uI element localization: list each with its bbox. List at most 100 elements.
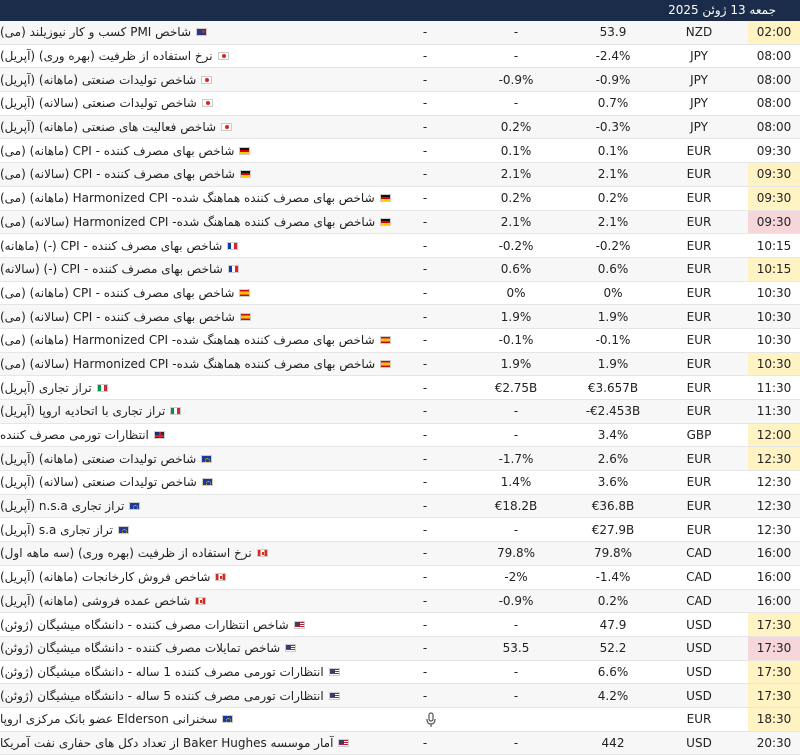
event-title: انتظارات تورمی مصرف کننده 5 ساله - دانشگ… [0, 684, 386, 707]
event-previous: - [422, 404, 428, 419]
event-time: 09:30 [748, 163, 800, 186]
event-title: تراز تجاری با اتحادیه اروپا (آپریل) [0, 400, 386, 423]
event-time: 10:30 [748, 352, 800, 376]
event-time: 11:30 [756, 404, 792, 419]
event-row[interactable]: 10:30 EUR 1.9% 1.9% - شاخص بهای مصرف کننده - … [0, 305, 800, 329]
event-row[interactable]: 12:00 GBP 3.4% - - انتظارات تورمی مصرف کننده [0, 423, 800, 448]
event-time: 08:00 [756, 120, 792, 135]
event-currency: EUR [686, 404, 712, 419]
event-forecast: 1.4% [500, 475, 532, 490]
event-title: تراز تجاری n.s.a (آپریل) [0, 495, 386, 518]
it-flag-icon [96, 383, 108, 392]
event-actual: 2.1% [597, 214, 629, 229]
event-title-text: شاخص انتظارات مصرف کننده - دانشگاه میشیگ… [0, 617, 289, 632]
event-title-text: تراز تجاری s.a (آپریل) [0, 522, 113, 537]
event-time: 12:30 [756, 475, 792, 490]
event-actual: 0.2% [597, 593, 629, 608]
event-title-text: شاخص بهای مصرف کننده - CPI (ماهانه) (می) [0, 143, 235, 158]
event-row[interactable]: 20:30 USD 442 - - آمار موسسه Baker Hughes از … [0, 731, 800, 755]
event-row[interactable]: 12:30 EUR €36.8B €18.2B - تراز تجاری n.s.a (آ… [0, 494, 800, 519]
event-title-text: شاخص تولیدات صنعتی (ماهانه) (آپریل) [0, 451, 197, 466]
event-title-text: سخنرانی Elderson عضو بانک مرکزی اروپا [0, 712, 218, 727]
event-row[interactable]: 08:00 JPY -0.9% -0.9% - شاخص تولیدات صنعتی (م… [0, 68, 800, 93]
event-row[interactable]: 11:30 EUR €3.657B €2.75B - تراز تجاری (آپریل) [0, 376, 800, 400]
event-title: شاخص تولیدات صنعتی (ماهانه) (آپریل) [0, 447, 386, 470]
event-actual: -0.2% [595, 238, 631, 253]
event-row[interactable]: 10:15 EUR 0.6% 0.6% - شاخص بهای مصرف کننده - … [0, 257, 800, 282]
event-time: 08:00 [756, 72, 792, 87]
event-time: 10:15 [756, 238, 792, 253]
event-forecast: 2.1% [500, 214, 532, 229]
event-row[interactable]: 10:30 EUR -0.1% -0.1% - شاخص بهای مصرف کننده … [0, 328, 800, 353]
event-row[interactable]: 09:30 EUR 0.2% 0.2% - شاخص بهای مصرف کننده هم… [0, 186, 800, 211]
event-forecast: -1.7% [498, 451, 534, 466]
event-row[interactable]: 16:00 CAD 0.2% -0.9% - شاخص عمده فروشی (ماهان… [0, 589, 800, 614]
fr-flag-icon [227, 241, 239, 250]
event-actual: 47.9 [599, 617, 627, 632]
event-currency: EUR [686, 333, 712, 348]
event-title-text: نرخ استفاده از ظرفیت (بهره وری) (آپریل) [0, 49, 213, 64]
event-row[interactable]: 12:30 EUR 3.6% 1.4% - شاخص تولیدات صنعتی (سال… [0, 471, 800, 495]
event-time: 08:00 [756, 96, 792, 111]
event-actual: 79.8% [593, 546, 633, 561]
jp-flag-icon [217, 52, 229, 61]
event-row[interactable]: 11:30 EUR -€2.453B - - تراز تجاری با اتحادیه … [0, 400, 800, 424]
event-row[interactable]: 02:00 NZD 53.9 - - شاخص PMI کسب و کار نیوزیلن… [0, 21, 800, 45]
event-forecast [466, 708, 566, 731]
event-row[interactable]: 09:30 EUR 0.1% 0.1% - شاخص بهای مصرف کننده - … [0, 139, 800, 164]
event-row[interactable]: 17:30 USD 52.2 53.5 - شاخص تمایلات مصرف کننده… [0, 636, 800, 661]
event-currency: EUR [686, 214, 712, 229]
event-row[interactable]: 10:30 EUR 1.9% 1.9% - شاخص بهای مصرف کننده هم… [0, 352, 800, 377]
event-time: 17:30 [748, 636, 800, 660]
event-currency: EUR [686, 356, 712, 371]
event-forecast: - [513, 428, 519, 443]
event-time: 09:30 [748, 186, 800, 210]
event-title-text: انتظارات تورمی مصرف کننده 5 ساله - دانشگ… [0, 688, 324, 703]
event-title: شاخص فروش کارخانجات (ماهانه) (آپریل) [0, 566, 386, 589]
event-forecast: - [513, 664, 519, 679]
event-currency: EUR [686, 475, 712, 490]
de-flag-icon [379, 194, 391, 203]
event-row[interactable]: 10:30 EUR 0% 0% - شاخص بهای مصرف کننده - CPI … [0, 281, 800, 306]
event-row[interactable]: 09:30 EUR 2.1% 2.1% - شاخص بهای مصرف کننده - … [0, 163, 800, 187]
event-row[interactable]: 18:30 EUR سخنرانی Elderson عضو بانک مرکزی … [0, 707, 800, 732]
event-row[interactable]: 17:30 USD 6.6% - - انتظارات تورمی مصرف کننده … [0, 660, 800, 685]
event-row[interactable]: 10:15 EUR -0.2% -0.2% - شاخص بهای مصرف کننده … [0, 234, 800, 258]
event-actual [560, 708, 666, 731]
event-forecast: 0.6% [500, 262, 532, 277]
event-row[interactable]: 12:30 EUR 2.6% -1.7% - شاخص تولیدات صنعتی (ما… [0, 447, 800, 472]
event-time: 10:30 [756, 285, 792, 300]
event-time: 17:30 [748, 684, 800, 707]
event-actual: -€2.453B [585, 404, 641, 419]
event-row[interactable]: 17:30 USD 4.2% - - انتظارات تورمی مصرف کننده … [0, 684, 800, 708]
event-row[interactable]: 08:00 JPY -0.3% 0.2% - شاخص فعالیت های صنعتی … [0, 115, 800, 140]
event-previous: - [422, 143, 428, 158]
event-row[interactable]: 17:30 USD 47.9 - - شاخص انتظارات مصرف کننده -… [0, 613, 800, 637]
event-row[interactable]: 16:00 CAD 79.8% 79.8% - نرخ استفاده از ظرفیت … [0, 542, 800, 566]
event-forecast: -0.1% [498, 333, 534, 348]
event-row[interactable]: 12:30 EUR €27.9B - - تراز تجاری s.a (آپریل) [0, 518, 800, 543]
event-forecast: €2.75B [494, 380, 538, 395]
event-title: شاخص تولیدات صنعتی (ماهانه) (آپریل) [0, 68, 386, 91]
event-row[interactable]: 16:00 CAD -1.4% -2% - شاخص فروش کارخانجات (ما… [0, 565, 800, 590]
event-actual: 3.6% [597, 475, 629, 490]
eu-flag-icon [201, 478, 213, 487]
event-previous: - [422, 499, 428, 514]
event-title-text: شاخص PMI کسب و کار نیوزیلند (می) [0, 25, 192, 40]
event-previous: - [422, 285, 428, 300]
event-previous: - [422, 522, 428, 537]
jp-flag-icon [201, 75, 213, 84]
event-row[interactable]: 08:00 JPY -2.4% - - نرخ استفاده از ظرفیت (بهر… [0, 44, 800, 69]
event-title: شاخص PMI کسب و کار نیوزیلند (می) [0, 21, 386, 44]
event-forecast: -0.2% [498, 238, 534, 253]
event-row[interactable]: 08:00 JPY 0.7% - - شاخص تولیدات صنعتی (سالانه… [0, 92, 800, 116]
event-row[interactable]: 09:30 EUR 2.1% 2.1% - شاخص بهای مصرف کننده هم… [0, 210, 800, 235]
event-title-text: تراز تجاری (آپریل) [0, 380, 92, 395]
event-title: تراز تجاری s.a (آپریل) [0, 518, 386, 541]
event-previous: - [422, 262, 428, 277]
event-previous: - [422, 309, 428, 324]
gb-flag-icon [153, 431, 165, 440]
event-forecast: 1.9% [500, 356, 532, 371]
event-previous: - [422, 72, 428, 87]
event-title: شاخص بهای مصرف کننده - CPI (ماهانه) (می) [0, 282, 386, 305]
